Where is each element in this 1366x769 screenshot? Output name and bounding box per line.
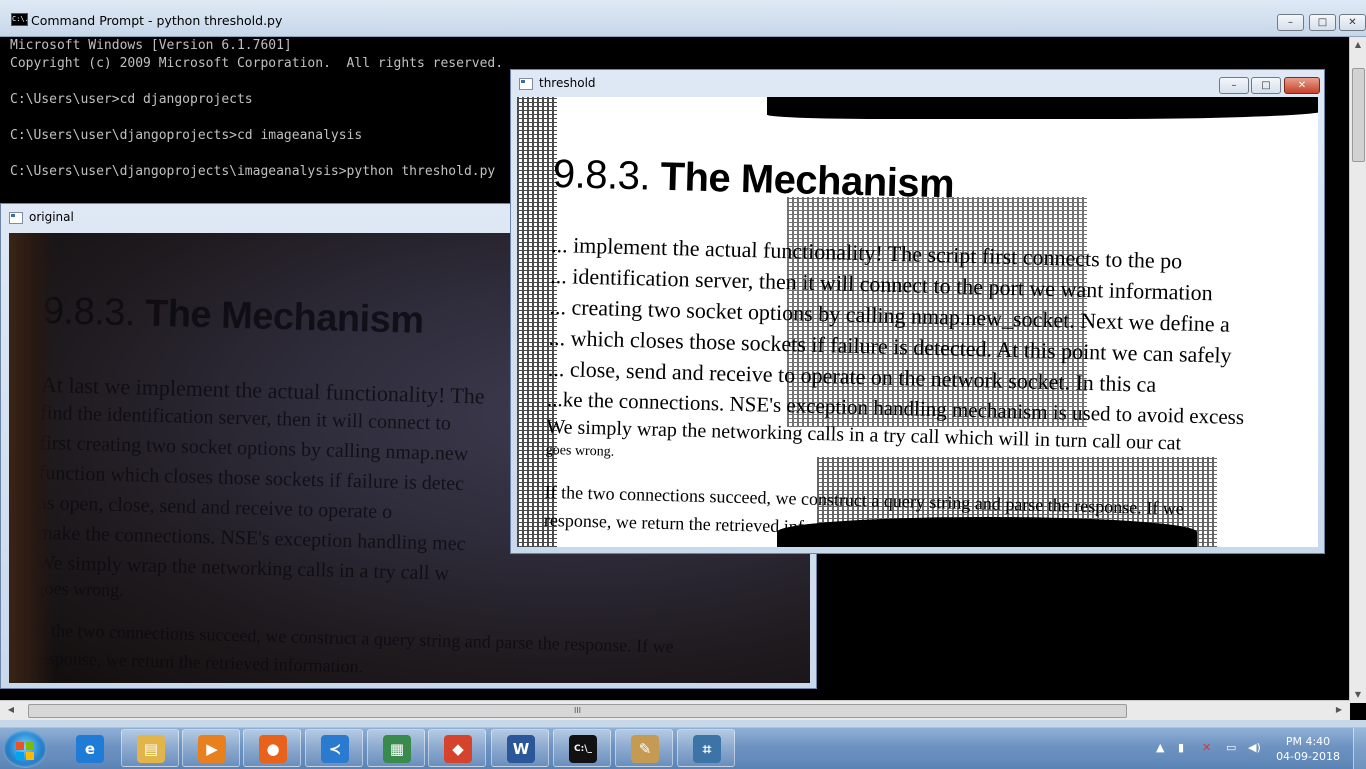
clock-time: PM 4:40 — [1285, 735, 1331, 748]
taskbar-button-word[interactable]: W — [491, 729, 549, 767]
text-line: response, we return the retrieved inform… — [33, 647, 364, 677]
text-line: as open, close, send and receive to oper… — [37, 491, 393, 524]
clock-date: 04-09-2018 — [1276, 750, 1340, 763]
system-tray: ▲ ▮ ✕ ▭ ◀) PM 4:40 04-09-2018 — [1150, 728, 1366, 769]
horizontal-scroll-thumb[interactable]: III — [28, 704, 1127, 718]
taskbar-button-explorer[interactable]: ▤ — [121, 729, 179, 767]
word-icon: W — [507, 735, 535, 763]
vertical-scroll-thumb[interactable] — [1352, 68, 1365, 162]
vscode-icon: ≺ — [321, 735, 349, 763]
heading-text: The Mechanism — [649, 154, 955, 207]
taskbar-button-media-player[interactable]: ▶ — [182, 729, 240, 767]
ie-icon: e — [76, 735, 104, 763]
explorer-icon: ▤ — [137, 735, 165, 763]
threshold-image-window[interactable]: threshold – □ ✕ 9.8.3. The Mechanism ...… — [510, 69, 1325, 554]
taskbar-button-firefox[interactable]: ● — [243, 729, 301, 767]
window-title: Command Prompt - python threshold.py — [31, 13, 283, 28]
show-desktop-button[interactable] — [1353, 728, 1366, 769]
window-app-icon — [519, 78, 533, 90]
text-line: make the connections. NSE's exception ha… — [36, 521, 466, 556]
maximize-button[interactable]: □ — [1251, 77, 1281, 94]
start-button[interactable] — [3, 730, 47, 768]
windows-logo-icon — [16, 742, 24, 750]
close-button[interactable]: ✕ — [1339, 14, 1366, 31]
taskbar-button-ie[interactable]: e — [60, 729, 118, 767]
usb-icon[interactable]: ▭ — [1226, 741, 1236, 754]
text-line: response, we return the retrieved inform… — [543, 509, 874, 539]
heading-number: 9.8.3. — [552, 151, 651, 199]
taskbar: e ▤ ▶ ● ≺ ▦ ◆ W C:\_ ✎ ⌗ ▲ ▮ ✕ ▭ ◀) PM 4:40 04-09-… — [0, 727, 1366, 769]
paint-icon: ✎ — [631, 735, 659, 763]
git-icon: ◆ — [444, 735, 472, 763]
scroll-left-icon[interactable]: ◀ — [4, 703, 18, 717]
cmd-icon: C:\_ — [569, 735, 597, 763]
vertical-scrollbar[interactable]: ▲ ▼ — [1349, 37, 1366, 703]
minimize-button[interactable]: – — [1219, 77, 1249, 94]
image-heading: 9.8.3. The Mechanism — [552, 152, 954, 207]
heading-number: 9.8.3. — [42, 289, 136, 335]
taskbar-button-cmd[interactable]: C:\_ — [553, 729, 611, 767]
console-icon: C:\. — [11, 13, 29, 26]
text-line: goes wrong. — [35, 577, 124, 601]
maximize-button[interactable]: □ — [1309, 14, 1336, 31]
volume-icon[interactable]: ◀) — [1248, 741, 1261, 754]
scroll-down-icon[interactable]: ▼ — [1350, 687, 1366, 703]
text-line: first creating two socket options by cal… — [39, 431, 469, 466]
minimize-button[interactable]: – — [1277, 14, 1304, 31]
original-window-title: original — [29, 210, 74, 224]
taskbar-button-vscode[interactable]: ≺ — [305, 729, 363, 767]
python-icon: ⌗ — [693, 735, 721, 763]
media-player-icon: ▶ — [198, 735, 226, 763]
taskbar-button-paint[interactable]: ✎ — [615, 729, 673, 767]
command-prompt-title-bar[interactable]: C:\. Command Prompt - python threshold.p… — [0, 0, 1366, 37]
threshold-image: 9.8.3. The Mechanism ... implement the a… — [517, 97, 1318, 547]
heading-text: The Mechanism — [134, 292, 425, 342]
notepad-icon: ▦ — [383, 735, 411, 763]
text-line: goes wrong. — [545, 442, 615, 460]
image-heading: 9.8.3. The Mechanism — [42, 290, 424, 343]
scroll-right-icon[interactable]: ▶ — [1332, 703, 1346, 717]
text-line: function which closes those sockets if f… — [38, 461, 465, 495]
taskbar-button-git[interactable]: ◆ — [428, 729, 486, 767]
taskbar-button-python[interactable]: ⌗ — [677, 729, 735, 767]
close-button[interactable]: ✕ — [1284, 77, 1320, 94]
scroll-up-icon[interactable]: ▲ — [1350, 37, 1366, 53]
network-icon[interactable]: ✕ — [1202, 741, 1211, 754]
window-bottom-border — [0, 720, 1366, 727]
firefox-icon: ● — [259, 735, 287, 763]
tray-expand-icon[interactable]: ▲ — [1156, 741, 1164, 754]
signal-icon[interactable]: ▮ — [1178, 741, 1184, 754]
horizontal-scrollbar[interactable]: ◀ III ▶ — [0, 700, 1350, 720]
clock[interactable]: PM 4:40 04-09-2018 — [1276, 734, 1340, 764]
console-output[interactable]: Microsoft Windows [Version 6.1.7601] Cop… — [10, 37, 503, 181]
window-app-icon — [9, 212, 23, 224]
taskbar-button-notepad[interactable]: ▦ — [367, 729, 425, 767]
threshold-window-title: threshold — [539, 76, 596, 90]
